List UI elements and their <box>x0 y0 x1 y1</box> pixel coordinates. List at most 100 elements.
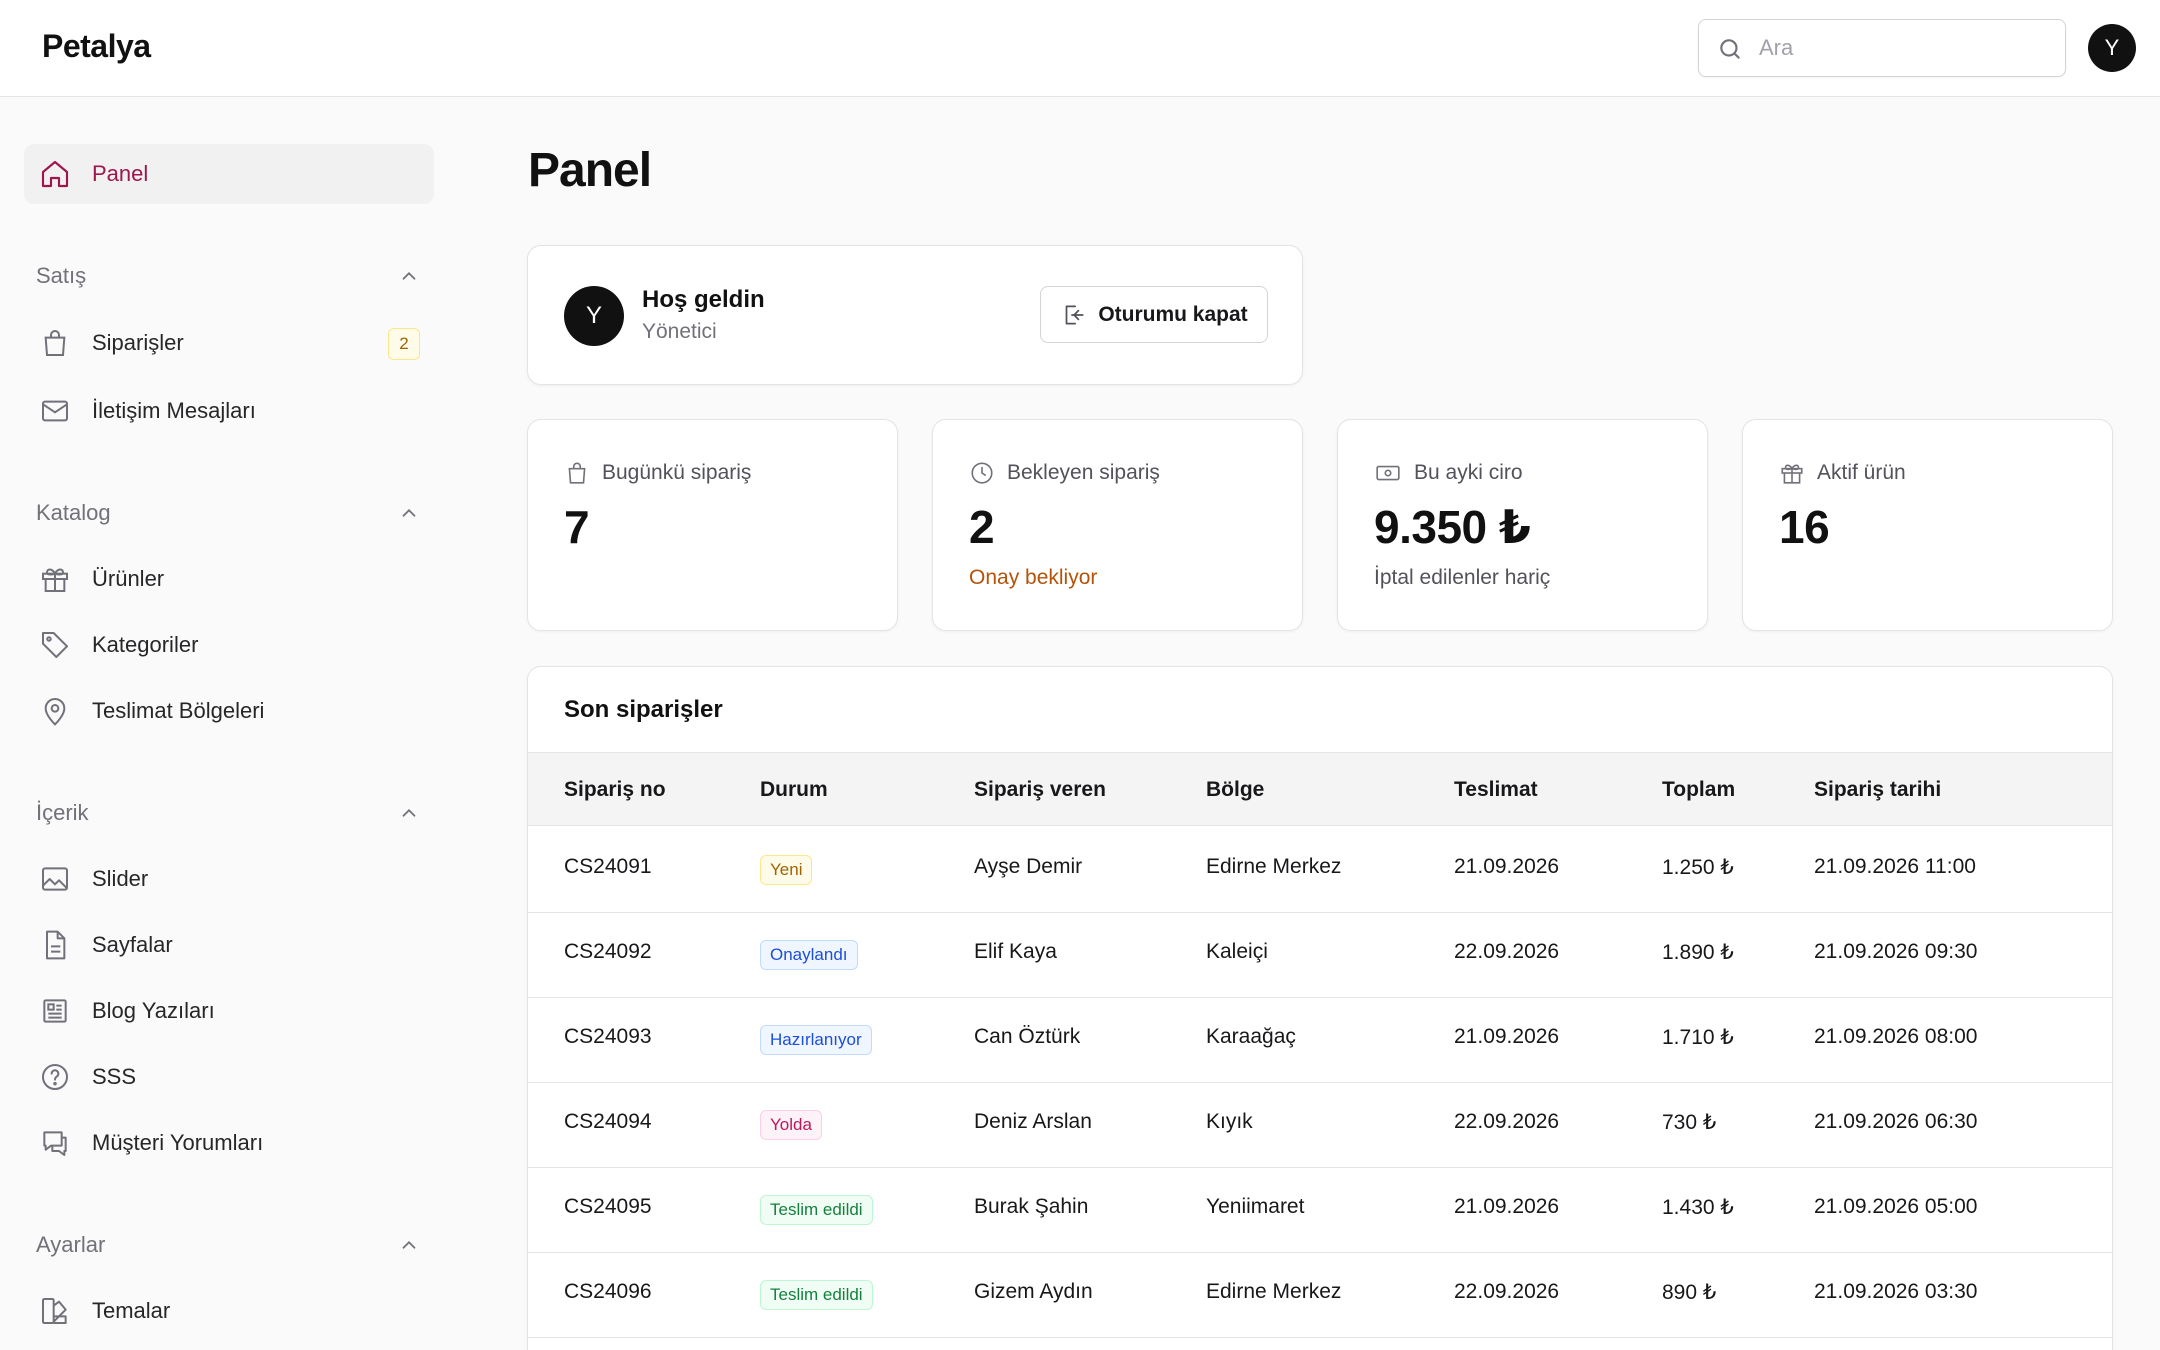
section-katalog[interactable]: Katalog <box>36 498 420 528</box>
image-icon <box>38 862 72 896</box>
sidebar-item-categories[interactable]: Kategoriler <box>24 615 434 675</box>
sidebar-item-slider[interactable]: Slider <box>24 849 434 909</box>
table-cell: CS24096 <box>564 1280 652 1303</box>
stat-card-monthly-revenue: Bu ayki ciro 9.350 ₺ İptal edilenler har… <box>1337 419 1708 631</box>
search-box[interactable] <box>1698 19 2066 77</box>
stat-card-pending-orders: Bekleyen sipariş 2 Onay bekliyor <box>932 419 1303 631</box>
section-icerik[interactable]: İçerik <box>36 798 420 828</box>
chevron-up-icon <box>402 508 416 517</box>
sidebar-item-delivery-zones[interactable]: Teslimat Bölgeleri <box>24 681 434 741</box>
column-header[interactable]: Teslimat <box>1454 778 1538 802</box>
status-badge: Teslim edildi <box>760 1195 873 1225</box>
map-pin-icon <box>38 694 72 728</box>
sidebar-item-label: Ürünler <box>92 566 165 591</box>
section-satis[interactable]: Satış <box>36 261 420 291</box>
home-icon <box>38 157 72 191</box>
table-cell: 1.710 ₺ <box>1662 1026 1734 1049</box>
stat-value: 7 <box>564 501 590 553</box>
table-cell: CS24094 <box>564 1110 652 1133</box>
column-header[interactable]: Durum <box>760 778 828 802</box>
status-badge: Onaylandı <box>760 940 858 970</box>
table-row[interactable]: CS24095 Teslim edildi Burak Şahin Yeniimare… <box>528 1167 2112 1253</box>
table-cell: CS24093 <box>564 1025 652 1048</box>
stat-card-today-orders: Bugünkü sipariş 7 <box>527 419 898 631</box>
status-badge: Teslim edildi <box>760 1280 873 1310</box>
logout-label: Oturumu kapat <box>1098 302 1248 326</box>
sidebar-item-orders[interactable]: Siparişler 2 <box>24 313 434 373</box>
column-header[interactable]: Sipariş tarihi <box>1814 778 1941 802</box>
stat-card-active-products: Aktif ürün 16 <box>1742 419 2113 631</box>
table-row[interactable]: CS24094 Yolda Deniz Arslan Kıyık 22.09.2026 7… <box>528 1082 2112 1168</box>
sidebar-item-faq[interactable]: SSS <box>24 1047 434 1107</box>
status-badge: Yolda <box>760 1110 822 1140</box>
sidebar-item-label: Kategoriler <box>92 632 199 657</box>
column-header[interactable]: Sipariş no <box>564 778 666 802</box>
welcome-title: Hoş geldin <box>642 286 765 313</box>
section-title: İçerik <box>36 800 89 825</box>
table-cell: Kaleiçi <box>1206 940 1268 963</box>
table-row[interactable]: CS24091 Yeni Ayşe Demir Edirne Merkez 21.09.… <box>528 827 2112 913</box>
status-badge: Hazırlanıyor <box>760 1025 872 1055</box>
table-cell: Can Öztürk <box>974 1025 1081 1048</box>
mail-icon <box>38 394 72 428</box>
stat-label: Aktif ürün <box>1817 461 1906 484</box>
column-header[interactable]: Toplam <box>1662 778 1735 802</box>
gift-icon <box>38 562 72 596</box>
orders-count-badge: 2 <box>388 328 420 360</box>
stat-label: Bugünkü sipariş <box>602 461 752 484</box>
table-cell: 21.09.2026 <box>1454 855 1560 878</box>
table-cell: 22.09.2026 <box>1454 1280 1560 1303</box>
table-row[interactable]: CS24093 Hazırlanıyor Can Öztürk Karaağaç 21.… <box>528 997 2112 1083</box>
section-title: Ayarlar <box>36 1232 106 1257</box>
logout-icon <box>1060 302 1086 328</box>
shopping-bag-icon <box>38 326 72 360</box>
logout-button[interactable]: Oturumu kapat <box>1040 286 1268 343</box>
table-cell: Deniz Arslan <box>974 1110 1092 1133</box>
table-row[interactable]: CS24096 Teslim edildi Gizem Aydın Edirne Me… <box>528 1252 2112 1338</box>
sidebar-item-label: Temalar <box>92 1298 171 1323</box>
help-circle-icon <box>38 1060 72 1094</box>
stat-label: Bu ayki ciro <box>1414 461 1523 484</box>
welcome-role: Yönetici <box>642 320 717 343</box>
table-cell: Edirne Merkez <box>1206 855 1342 878</box>
table-cell: CS24095 <box>564 1195 652 1218</box>
column-header[interactable]: Sipariş veren <box>974 778 1106 802</box>
newspaper-icon <box>38 994 72 1028</box>
search-input[interactable] <box>1759 28 2049 68</box>
table-cell: 22.09.2026 <box>1454 1110 1560 1133</box>
chevron-up-icon <box>402 271 416 280</box>
sidebar-item-label: İletişim Mesajları <box>92 398 256 423</box>
sidebar-item-label: Blog Yazıları <box>92 998 215 1023</box>
table-cell: Ayşe Demir <box>974 855 1083 878</box>
column-header[interactable]: Bölge <box>1206 778 1264 802</box>
avatar: Y <box>564 286 624 346</box>
sidebar-item-label: Panel <box>92 161 149 186</box>
shopping-bag-icon <box>564 460 590 486</box>
recent-orders-card: Son siparişler Sipariş no Durum Sipariş … <box>527 666 2113 1350</box>
section-ayarlar[interactable]: Ayarlar <box>36 1230 420 1260</box>
gift-icon <box>1779 460 1805 486</box>
table-cell: Karaağaç <box>1206 1025 1296 1048</box>
table-cell: 21.09.2026 <box>1454 1025 1560 1048</box>
sidebar-item-messages[interactable]: İletişim Mesajları <box>24 381 434 441</box>
sidebar-item-panel[interactable]: Panel <box>24 144 434 204</box>
table-cell: 1.430 ₺ <box>1662 1196 1734 1219</box>
table-cell: 730 ₺ <box>1662 1111 1717 1134</box>
sidebar-item-themes[interactable]: Temalar <box>24 1281 434 1341</box>
sidebar-item-reviews[interactable]: Müşteri Yorumları <box>24 1113 434 1173</box>
stat-value: 16 <box>1779 501 1830 553</box>
table-cell: Yeniimaret <box>1206 1195 1305 1218</box>
sidebar-item-pages[interactable]: Sayfalar <box>24 915 434 975</box>
brand-logo[interactable]: Petalya <box>42 28 151 65</box>
table-cell: Burak Şahin <box>974 1195 1089 1218</box>
sidebar-item-label: Teslimat Bölgeleri <box>92 698 265 723</box>
user-avatar[interactable]: Y <box>2088 24 2136 72</box>
sidebar-item-label: Slider <box>92 866 149 891</box>
sidebar-item-blog[interactable]: Blog Yazıları <box>24 981 434 1041</box>
table-cell: 890 ₺ <box>1662 1281 1717 1304</box>
sidebar-item-label: Siparişler <box>92 330 184 355</box>
table-header: Sipariş no Durum Sipariş veren Bölge Tes… <box>528 752 2112 826</box>
sidebar-item-products[interactable]: Ürünler <box>24 549 434 609</box>
status-badge: Yeni <box>760 855 813 885</box>
table-row[interactable]: CS24092 Onaylandı Elif Kaya Kaleiçi 22.09.20… <box>528 912 2112 998</box>
